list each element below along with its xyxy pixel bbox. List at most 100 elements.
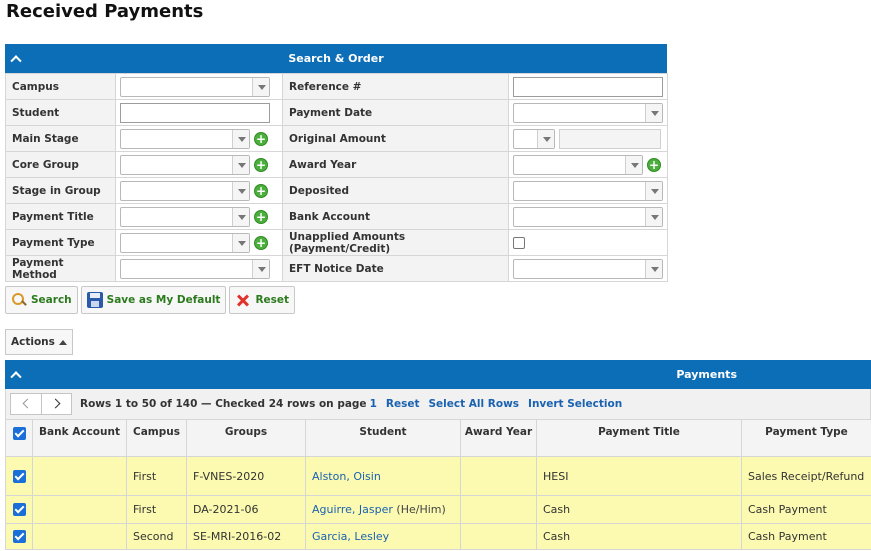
core-group-label: Core Group — [5, 151, 116, 178]
rows-summary: Rows 1 to 50 of 140 — Checked 24 rows on… — [80, 398, 367, 410]
page-number-link[interactable]: 1 — [370, 398, 377, 410]
student-label: Student — [5, 99, 116, 126]
eft-notice-date-label: EFT Notice Date — [282, 255, 509, 282]
invert-selection-link[interactable]: Invert Selection — [528, 398, 622, 410]
reset-button[interactable]: Reset — [229, 286, 296, 314]
payments-panel: Payments Rows 1 to 50 of 140 — Checked 2… — [5, 360, 871, 550]
row-checkbox[interactable] — [12, 530, 26, 544]
chevron-up-icon[interactable] — [11, 368, 23, 380]
stage-in-group-label: Stage in Group — [5, 177, 116, 204]
chevron-right-icon[interactable] — [41, 394, 71, 414]
add-icon[interactable]: + — [254, 157, 268, 172]
red-x-icon — [235, 292, 251, 308]
select-all-rows-link[interactable]: Select All Rows — [428, 398, 519, 410]
dropdown-arrow-icon — [625, 155, 642, 174]
row-checkbox[interactable] — [12, 503, 26, 517]
payments-panel-header[interactable]: Payments — [5, 360, 871, 389]
payment-type-select[interactable] — [120, 232, 250, 253]
cell-groups: DA-2021-06 — [186, 495, 306, 524]
bank-account-select[interactable] — [513, 206, 663, 227]
dropdown-arrow-icon — [537, 129, 554, 148]
add-icon[interactable]: + — [647, 157, 661, 172]
column-header-bank-account[interactable]: Bank Account — [32, 419, 127, 457]
table-row[interactable]: First F-VNES-2020 Alston, Oisin HESI Sal… — [5, 456, 871, 496]
dropdown-arrow-icon — [252, 77, 269, 96]
campus-select[interactable] — [120, 76, 270, 97]
cell-campus: First — [126, 495, 187, 524]
search-button-label: Search — [31, 294, 72, 306]
column-header-payment-title[interactable]: Payment Title — [536, 419, 742, 457]
dropdown-arrow-icon — [252, 259, 269, 278]
cell-bank-account — [32, 495, 127, 524]
table-row[interactable]: First DA-2021-06 Aguirre, Jasper (He/Him… — [5, 495, 871, 524]
payments-panel-title: Payments — [676, 368, 737, 381]
main-stage-select[interactable] — [120, 128, 250, 149]
add-icon[interactable]: + — [254, 131, 268, 146]
add-icon[interactable]: + — [254, 235, 268, 250]
eft-notice-date-select[interactable] — [513, 258, 663, 279]
save-default-button[interactable]: Save as My Default — [80, 286, 227, 314]
student-input[interactable] — [120, 102, 270, 123]
student-link[interactable]: Alston, Oisin — [312, 470, 381, 483]
column-header-award-year[interactable]: Award Year — [460, 419, 537, 457]
payment-method-label: Payment Method — [5, 255, 116, 282]
unapplied-amounts-checkbox[interactable] — [513, 236, 525, 249]
dropdown-arrow-icon — [645, 207, 662, 226]
search-button[interactable]: Search — [5, 286, 78, 314]
column-header-campus[interactable]: Campus — [126, 419, 187, 457]
payment-date-select[interactable] — [513, 102, 663, 123]
column-header-groups[interactable]: Groups — [186, 419, 306, 457]
reference-input[interactable] — [513, 76, 663, 97]
page-title: Received Payments — [6, 1, 204, 22]
cell-payment-title: HESI — [536, 456, 742, 496]
dropdown-arrow-icon — [232, 155, 249, 174]
cell-payment-type: Sales Receipt/Refund — [741, 456, 871, 496]
student-link[interactable]: Garcia, Lesley — [312, 530, 389, 543]
chevron-left-icon[interactable] — [11, 394, 41, 414]
reference-label: Reference # — [282, 73, 509, 100]
original-amount-label: Original Amount — [282, 125, 509, 152]
search-panel-header[interactable]: Search & Order — [5, 44, 667, 73]
stage-in-group-select[interactable] — [120, 180, 250, 201]
column-header-payment-type[interactable]: Payment Type — [741, 419, 871, 457]
floppy-disk-icon — [86, 292, 103, 308]
dropdown-arrow-icon — [232, 207, 249, 226]
dropdown-arrow-icon — [645, 181, 662, 200]
campus-label: Campus — [5, 73, 116, 100]
payment-title-select[interactable] — [120, 206, 250, 227]
reset-button-label: Reset — [255, 294, 290, 306]
deposited-select[interactable] — [513, 180, 663, 201]
checkbox-checked-icon[interactable] — [12, 427, 26, 440]
actions-button[interactable]: Actions — [5, 329, 73, 355]
payment-method-select[interactable] — [120, 258, 270, 279]
cell-bank-account — [32, 456, 127, 496]
cell-campus: Second — [126, 523, 187, 550]
table-header-row: Bank Account Campus Groups Student Award… — [5, 419, 871, 457]
magnifier-icon — [11, 292, 27, 308]
payment-type-label: Payment Type — [5, 229, 116, 256]
row-checkbox[interactable] — [12, 469, 26, 483]
student-link[interactable]: Aguirre, Jasper — [312, 503, 393, 516]
dropdown-arrow-icon — [232, 181, 249, 200]
cell-bank-account — [32, 523, 127, 550]
add-icon[interactable]: + — [254, 209, 268, 224]
award-year-select[interactable] — [513, 154, 643, 175]
dropdown-arrow-icon — [645, 103, 662, 122]
core-group-select[interactable] — [120, 154, 250, 175]
cell-groups: SE-MRI-2016-02 — [186, 523, 306, 550]
search-button-row: Search Save as My Default Reset — [5, 286, 296, 314]
pager-reset-link[interactable]: Reset — [386, 398, 420, 410]
table-row[interactable]: Second SE-MRI-2016-02 Garcia, Lesley Cas… — [5, 523, 871, 550]
select-all-checkbox-cell[interactable] — [5, 419, 33, 457]
original-amount-input[interactable] — [558, 128, 661, 149]
amount-operator-select[interactable] — [513, 128, 555, 149]
unapplied-amounts-label: Unapplied Amounts (Payment/Credit) — [282, 229, 509, 256]
add-icon[interactable]: + — [254, 183, 268, 198]
column-header-student[interactable]: Student — [305, 419, 461, 457]
cell-student: Aguirre, Jasper (He/Him) — [305, 495, 461, 524]
cell-payment-type: Cash Payment — [741, 523, 871, 550]
cell-groups: F-VNES-2020 — [186, 456, 306, 496]
chevron-up-icon[interactable] — [11, 52, 23, 64]
cell-campus: First — [126, 456, 187, 496]
search-form: Campus Reference # Student Payment Date … — [5, 73, 668, 282]
